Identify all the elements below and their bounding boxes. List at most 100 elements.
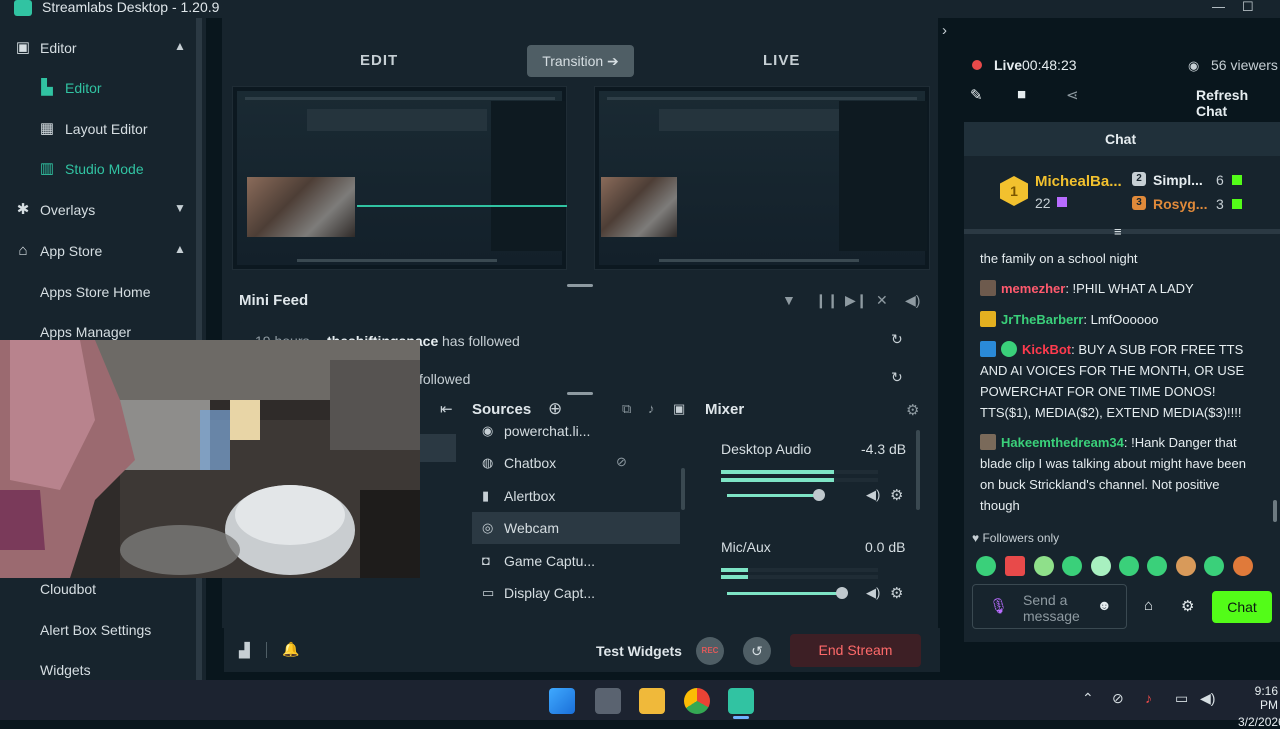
clock[interactable]: 9:16 PM 3/2/2026 <box>1238 684 1280 729</box>
sidebar-item-editor[interactable]: ▙ Editor <box>0 68 196 108</box>
sources-scrollbar[interactable] <box>681 468 685 510</box>
gamepad-icon: ◘ <box>482 553 490 568</box>
channel-gear-icon[interactable]: ⚙ <box>890 486 903 504</box>
chrome-icon[interactable] <box>684 688 710 714</box>
emote-icon[interactable] <box>1147 556 1167 576</box>
windows-start-icon[interactable] <box>549 688 575 714</box>
mic-icon[interactable]: 🎙 <box>989 597 1008 615</box>
filter-icon[interactable]: ▼ <box>782 292 796 308</box>
chat-username[interactable]: memezher <box>1001 281 1065 296</box>
emote-icon[interactable] <box>1176 556 1196 576</box>
end-stream-button[interactable]: End Stream <box>790 634 921 667</box>
transition-button[interactable]: Transition ➔ <box>527 45 634 77</box>
performance-icon[interactable]: ▟ <box>239 642 250 659</box>
emote-icon[interactable] <box>976 556 996 576</box>
replay-alert-icon[interactable]: ↻ <box>891 369 903 386</box>
emote-icon[interactable] <box>1091 556 1111 576</box>
display-icon[interactable]: ▭ <box>1175 690 1188 707</box>
edit-pencil-icon[interactable]: ✎ <box>970 86 983 104</box>
group-icon[interactable]: ⧉ <box>622 401 631 417</box>
speaker-icon[interactable]: ◀) <box>866 585 880 601</box>
emote-icon[interactable] <box>1119 556 1139 576</box>
chat-message: KickBot: BUY A SUB FOR FREE TTS AND AI V… <box>980 341 1245 420</box>
speaker-icon[interactable]: ◀) <box>866 487 880 503</box>
replay-buffer-icon[interactable]: ↺ <box>743 637 771 665</box>
chevron-down-icon[interactable]: ▼ <box>174 201 186 215</box>
notifications-bell-icon[interactable]: 🔔 <box>282 641 299 658</box>
replay-alert-icon[interactable]: ↻ <box>891 331 903 348</box>
emote-icon[interactable] <box>1204 556 1224 576</box>
task-view-icon[interactable] <box>595 688 621 714</box>
add-folder-icon[interactable]: ▣ <box>673 401 685 417</box>
chevron-up-icon[interactable]: ▲ <box>174 242 186 256</box>
visibility-off-icon[interactable]: ⊘ <box>616 454 627 470</box>
mixer-settings-gear-icon[interactable]: ⚙ <box>906 401 919 419</box>
store-icon[interactable]: ⌂ <box>1144 597 1153 614</box>
source-item[interactable]: ◘ Game Captu... <box>472 545 680 577</box>
sidebar-item-studio-mode[interactable]: ▥ Studio Mode <box>0 149 196 189</box>
emote-icon[interactable] <box>1005 556 1025 576</box>
emoji-icon[interactable]: ☻ <box>1097 597 1112 613</box>
webcam-overlay <box>0 340 420 578</box>
send-chat-button[interactable]: Chat <box>1212 591 1272 623</box>
store-icon: ⌂ <box>18 242 28 259</box>
share-icon[interactable]: ⋖ <box>1066 86 1079 104</box>
chat-username[interactable]: KickBot <box>1022 342 1071 357</box>
source-item[interactable]: ◉ powerchat.li... <box>472 420 680 440</box>
source-item[interactable]: ▭ Display Capt... <box>472 577 680 609</box>
scene-item[interactable] <box>420 434 456 462</box>
source-item[interactable]: ▮ Alertbox <box>472 480 680 512</box>
emote-icon[interactable] <box>1062 556 1082 576</box>
emote-icon[interactable] <box>1233 556 1253 576</box>
chat-username[interactable]: Hakeemthedream34 <box>1001 435 1124 450</box>
network-off-icon[interactable]: ⊘ <box>1112 690 1124 707</box>
camera-icon[interactable]: ■ <box>1017 86 1026 103</box>
collapse-icon[interactable]: ⇤ <box>440 400 453 418</box>
add-source-icon[interactable]: ⊕ <box>548 399 562 419</box>
volume-tray-icon[interactable]: ◀) <box>1200 690 1215 707</box>
file-explorer-icon[interactable] <box>639 688 665 714</box>
sidebar-item-editor-group[interactable]: ▣ Editor ▲ <box>0 28 196 68</box>
chat-settings-gear-icon[interactable]: ⚙ <box>1181 597 1194 615</box>
pin-icon[interactable]: ≡ <box>1114 224 1122 239</box>
sidebar-item-apps-store-home[interactable]: Apps Store Home <box>0 272 196 312</box>
collapse-chat-icon[interactable]: › <box>942 22 947 39</box>
refresh-chat-button[interactable]: Refresh Chat <box>1196 87 1280 119</box>
mixer-scrollbar[interactable] <box>916 430 920 510</box>
mic-icon[interactable]: ♪ <box>648 401 655 416</box>
channel-gear-icon[interactable]: ⚙ <box>890 584 903 602</box>
live-dot <box>972 60 982 70</box>
tray-chevron-up-icon[interactable]: ⌃ <box>1082 690 1094 707</box>
resize-handle[interactable] <box>567 392 593 395</box>
record-button[interactable]: REC <box>696 637 724 665</box>
viewer-count: 56 viewers <box>1211 57 1278 73</box>
sidebar-item-app-store[interactable]: ⌂ App Store ▲ <box>0 231 196 271</box>
mic-tray-icon[interactable]: ♪ <box>1145 690 1152 706</box>
chevron-up-icon[interactable]: ▲ <box>174 39 186 53</box>
preview-canvas <box>237 91 567 265</box>
minimize-icon[interactable]: — <box>1212 0 1225 14</box>
resize-handle[interactable] <box>567 284 593 287</box>
editor-icon: ▣ <box>15 39 31 56</box>
volume-icon[interactable]: ◀) <box>905 292 920 309</box>
streamlabs-taskbar-icon[interactable] <box>728 688 754 714</box>
source-item[interactable]: ◍ Chatbox ⊘ <box>472 447 680 479</box>
source-item-selected[interactable]: ◎ Webcam <box>472 512 680 544</box>
chat-scrollbar[interactable] <box>1273 500 1277 522</box>
sidebar-item-layout-editor[interactable]: ▦ Layout Editor <box>0 109 196 149</box>
source-label: Webcam <box>504 520 559 536</box>
maximize-icon[interactable]: ☐ <box>1242 0 1254 14</box>
sidebar-item-label: Overlays <box>40 202 96 218</box>
pause-icon[interactable]: ❙❙ <box>815 292 838 309</box>
skip-icon[interactable]: ▶❙ <box>845 292 868 309</box>
edit-preview[interactable] <box>232 86 567 270</box>
slider-knob[interactable] <box>835 587 848 599</box>
audio-meter <box>721 568 878 572</box>
sidebar-item-alert-box-settings[interactable]: Alert Box Settings <box>0 610 196 650</box>
test-widgets-button[interactable]: Test Widgets <box>596 643 682 659</box>
sidebar-item-overlays[interactable]: ✱ Overlays ▼ <box>0 190 196 230</box>
chat-username[interactable]: JrTheBarberr <box>1001 312 1083 327</box>
chat-input[interactable]: 🎙 Send a message ☻ <box>972 584 1127 629</box>
emote-icon[interactable] <box>1034 556 1054 576</box>
mute-alerts-icon[interactable]: ✕ <box>876 292 888 309</box>
